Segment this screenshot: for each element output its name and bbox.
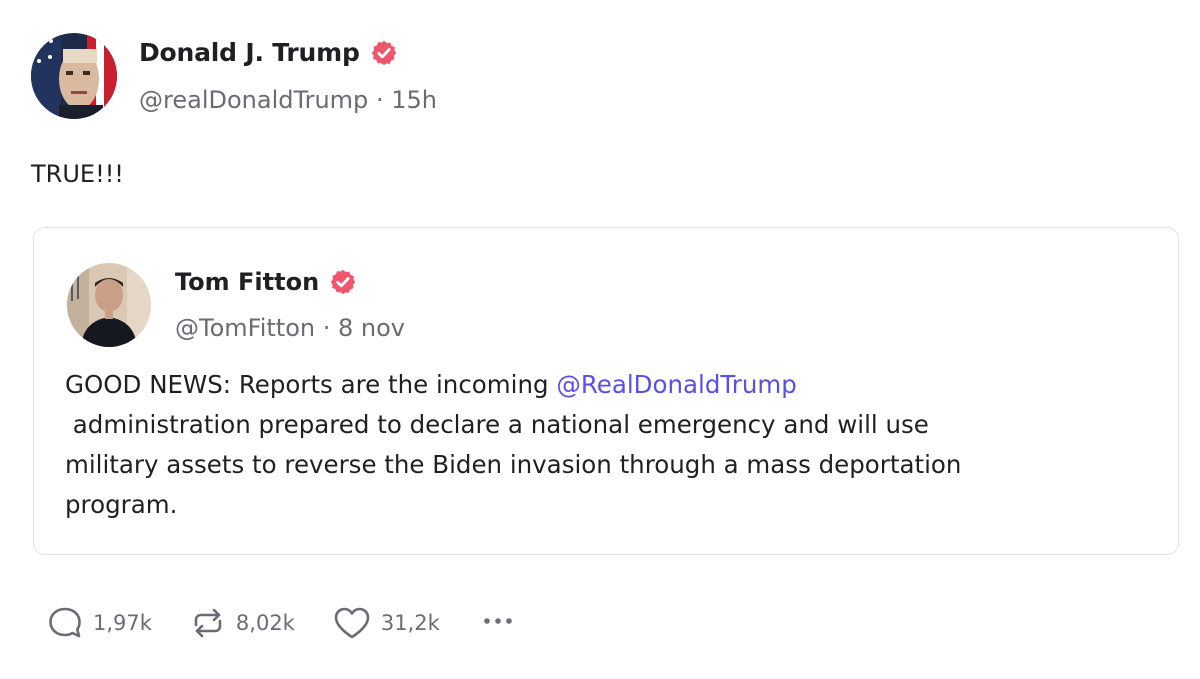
post-card: Donald J. Trump @realDonaldTrump · 15h T… [0, 0, 1200, 679]
comment-bubble-icon [45, 603, 85, 643]
quote-text-line-4: program. [65, 490, 178, 519]
verified-badge-icon [370, 39, 398, 67]
meta-separator: · [375, 86, 384, 114]
like-button[interactable]: 31,2k [331, 603, 440, 643]
quote-author-avatar[interactable] [67, 263, 151, 347]
quote-text-line-3: military assets to reverse the Biden inv… [65, 450, 962, 479]
more-options-button[interactable] [478, 601, 518, 645]
like-count: 31,2k [380, 611, 440, 635]
post-actions-bar: 1,97k 8,02k 31,2k [45, 603, 518, 643]
reply-button[interactable]: 1,97k [45, 603, 152, 643]
repost-arrows-icon [188, 603, 228, 643]
meta-separator: · [322, 314, 331, 342]
more-dots-icon [478, 618, 518, 645]
quote-text-line-1: GOOD NEWS: Reports are the incoming @Rea… [65, 365, 1155, 405]
quote-author-name-text[interactable]: Tom Fitton [175, 268, 319, 296]
author-name-text[interactable]: Donald J. Trump [139, 38, 360, 67]
quoted-post[interactable]: Tom Fitton @TomFitton · 8 nov GOOD NEWS:… [33, 227, 1179, 555]
quote-text-line-2: administration prepared to declare a nat… [65, 410, 929, 439]
author-avatar[interactable] [31, 33, 117, 119]
author-name[interactable]: Donald J. Trump [139, 38, 398, 67]
quote-text-intro: GOOD NEWS: Reports are the incoming [65, 370, 557, 399]
post-time[interactable]: 15h [391, 86, 437, 114]
author-meta: @realDonaldTrump · 15h [139, 86, 437, 114]
quote-text: GOOD NEWS: Reports are the incoming @Rea… [65, 365, 1155, 525]
quote-author-handle[interactable]: @TomFitton [175, 314, 315, 342]
post-text: TRUE!!! [31, 160, 124, 188]
quote-author-meta: @TomFitton · 8 nov [175, 314, 405, 342]
reply-count: 1,97k [93, 611, 152, 635]
verified-badge-icon [329, 268, 357, 296]
heart-icon [331, 603, 373, 643]
quote-author-name[interactable]: Tom Fitton [175, 268, 357, 296]
quote-date[interactable]: 8 nov [338, 314, 405, 342]
quote-mention-link[interactable]: @RealDonaldTrump [556, 370, 796, 399]
author-handle[interactable]: @realDonaldTrump [139, 86, 368, 114]
repost-button[interactable]: 8,02k [188, 603, 295, 643]
repost-count: 8,02k [235, 611, 295, 635]
